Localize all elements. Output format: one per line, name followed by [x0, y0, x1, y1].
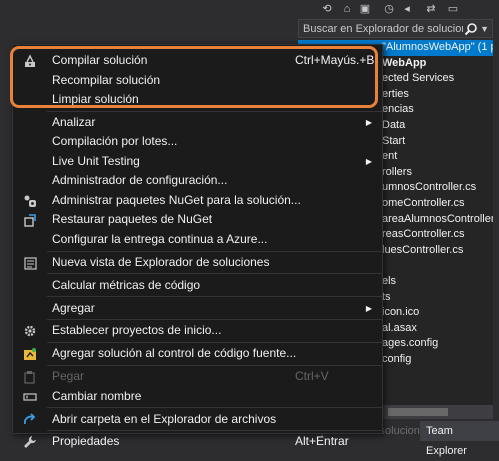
paste-icon	[24, 371, 35, 384]
submenu-arrow-icon: ▶	[365, 303, 372, 313]
wrench-icon	[24, 436, 36, 449]
rename-icon	[23, 393, 37, 401]
menu-item-label: Agregar	[52, 300, 95, 315]
menu-item-label: Configurar la entrega continua a Azure..…	[52, 231, 268, 246]
menu-item-label: Live Unit Testing	[52, 153, 140, 168]
menu-separator	[47, 273, 382, 275]
nuget-icon	[24, 195, 36, 207]
search-input[interactable]	[303, 21, 463, 36]
menu-separator	[47, 296, 382, 298]
menu-item[interactable]: Configurar la entrega continua a Azure..…	[13, 230, 382, 250]
menu-item[interactable]: Propiedades Alt+Entrar	[13, 432, 382, 452]
solution-explorer-toolbar: ⟲ ⌂ ▣ ◷ ◂ ⇄ ▭	[296, 0, 499, 18]
menu-item-shortcut: Alt+Entrar	[295, 434, 349, 449]
menu-item[interactable]: Cambiar nombre	[13, 387, 382, 407]
menu-item-shortcut: Ctrl+V	[295, 369, 329, 384]
menu-item[interactable]: Abrir carpeta en el Explorador de archiv…	[13, 410, 382, 430]
menu-item[interactable]: Agregar solución al control de código fu…	[13, 344, 382, 364]
back-icon[interactable]: ◂	[400, 2, 414, 16]
menu-item-label: Calcular métricas de código	[52, 277, 201, 292]
menu-separator	[47, 250, 382, 252]
collapse-icon[interactable]: ▭	[446, 2, 460, 16]
gear-icon	[24, 326, 36, 337]
menu-item: Pegar Ctrl+V	[13, 367, 382, 387]
menu-item[interactable]: Analizar ▶	[13, 113, 382, 133]
search-box[interactable]: ▼	[298, 19, 493, 38]
menu-item[interactable]: Compilación por lotes...	[13, 132, 382, 152]
restore-icon	[24, 214, 36, 228]
menu-item-label: Compilación por lotes...	[52, 134, 178, 149]
menu-item-label: Propiedades	[52, 434, 120, 449]
menu-item[interactable]: Nueva vista de Explorador de soluciones	[13, 253, 382, 273]
menu-item[interactable]: Administrador de configuración...	[13, 171, 382, 191]
highlight-outline	[10, 46, 378, 108]
menu-item-label: Administrador de configuración...	[52, 173, 228, 188]
switch-view-icon[interactable]: ▣	[358, 2, 372, 16]
tab-team-explorer[interactable]: Team Explorer	[420, 421, 499, 457]
home-icon[interactable]: ⌂	[340, 2, 354, 16]
menu-item-label: Agregar solución al control de código fu…	[52, 346, 297, 361]
chevron-down-icon[interactable]: ▼	[480, 22, 489, 36]
sync-icon[interactable]: ⟲	[320, 2, 334, 16]
search-icon[interactable]	[464, 22, 478, 36]
menu-item[interactable]: Agregar ▶	[13, 299, 382, 319]
menu-separator	[47, 342, 382, 344]
new-view-icon	[24, 257, 37, 270]
menu-item-label: Nueva vista de Explorador de soluciones	[52, 254, 270, 269]
menu-separator	[47, 110, 382, 112]
history-icon[interactable]: ◷	[382, 2, 396, 16]
menu-separator	[47, 407, 382, 409]
scrollbar-thumb[interactable]	[388, 408, 448, 416]
menu-item[interactable]: Administrar paquetes NuGet para la soluc…	[13, 191, 382, 211]
menu-item-label: Pegar	[52, 369, 85, 384]
menu-item-label: Analizar	[52, 114, 96, 129]
menu-item-label: Cambiar nombre	[52, 388, 142, 403]
submenu-arrow-icon: ▶	[365, 117, 372, 127]
source-control-icon	[24, 348, 36, 361]
menu-item-label: Establecer proyectos de inicio...	[52, 323, 222, 338]
menu-item[interactable]: Establecer proyectos de inicio...	[13, 321, 382, 341]
menu-separator	[47, 319, 382, 321]
menu-item-label: Restaurar paquetes de NuGet	[52, 212, 213, 227]
menu-item[interactable]: Live Unit Testing ▶	[13, 152, 382, 172]
menu-item-label: Abrir carpeta en el Explorador de archiv…	[52, 411, 277, 426]
menu-separator	[47, 364, 382, 366]
menu-separator	[47, 430, 382, 432]
open-folder-icon	[23, 412, 36, 424]
submenu-arrow-icon: ▶	[365, 156, 372, 166]
menu-item[interactable]: Calcular métricas de código	[13, 276, 382, 296]
menu-item-label: Administrar paquetes NuGet para la soluc…	[52, 192, 301, 207]
menu-item[interactable]: Restaurar paquetes de NuGet	[13, 210, 382, 230]
refresh-icon[interactable]: ⇄	[424, 2, 438, 16]
